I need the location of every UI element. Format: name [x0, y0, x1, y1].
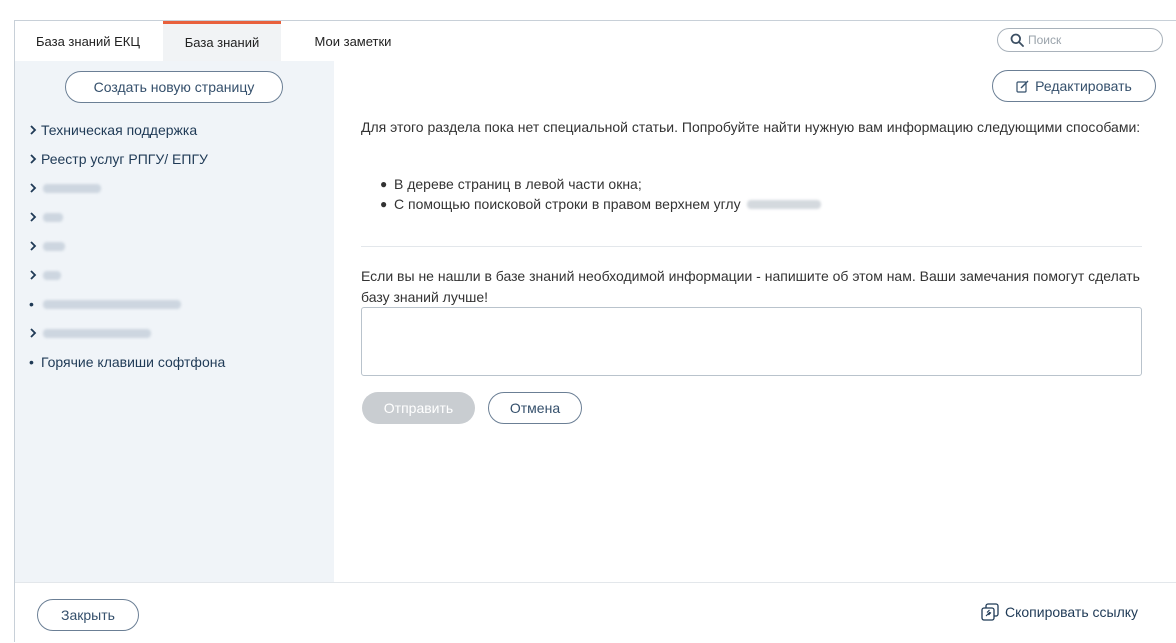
bullet-icon: ● [380, 197, 388, 211]
close-button[interactable]: Закрыть [37, 599, 139, 631]
chevron-right-icon[interactable] [29, 183, 41, 193]
redacted-label [43, 183, 101, 193]
feedback-prompt: Если вы не нашли в базе знаний необходим… [361, 268, 1140, 305]
list-item-text: С помощью поисковой строки в правом верх… [394, 196, 741, 212]
tree-item-technical-support[interactable]: Техническая поддержка [29, 119, 197, 141]
redacted-label [43, 270, 61, 280]
search-input[interactable] [1028, 33, 1158, 47]
tree-item-redacted[interactable] [29, 177, 101, 199]
search-box[interactable] [997, 28, 1163, 52]
knowledge-base-window: База знаний ЕКЦ База знаний Мои заметки … [14, 20, 1176, 643]
copy-link-label: Скопировать ссылку [1005, 604, 1139, 620]
tree-item-redacted-page[interactable]: • [29, 293, 181, 315]
list-item-text: В дереве страниц в левой части окна; [394, 176, 642, 192]
no-article-message: Для этого раздела пока нет специальной с… [361, 119, 1141, 135]
tree-item-label: Реестр услуг РПГУ/ ЕПГУ [41, 151, 208, 167]
create-page-button[interactable]: Создать новую страницу [65, 71, 283, 103]
tree-item-services-registry[interactable]: Реестр услуг РПГУ/ ЕПГУ [29, 148, 208, 170]
chevron-right-icon[interactable] [29, 241, 41, 251]
chevron-right-icon[interactable] [29, 328, 41, 338]
article-content: Редактировать Для этого раздела пока нет… [334, 61, 1176, 582]
redacted-label [43, 212, 63, 222]
chevron-right-icon[interactable] [29, 125, 41, 135]
send-button[interactable]: Отправить [362, 392, 475, 424]
tab-bar: База знаний ЕКЦ База знаний Мои заметки [15, 21, 1176, 61]
tree-item-label: Горячие клавиши софтфона [41, 354, 226, 370]
redacted-label [746, 199, 821, 209]
search-ways-list: ● В дереве страниц в левой части окна; ●… [380, 174, 821, 214]
edit-icon [1016, 80, 1035, 93]
redacted-label [43, 328, 151, 338]
tree-item-redacted[interactable] [29, 235, 65, 257]
bullet-icon: • [29, 354, 34, 370]
tab-ekc-knowledge-base[interactable]: База знаний ЕКЦ [23, 21, 153, 61]
chevron-right-icon[interactable] [29, 154, 41, 164]
chevron-right-icon[interactable] [29, 270, 41, 280]
redacted-label [43, 299, 181, 309]
page-tree-sidebar: Создать новую страницу Техническая подде… [15, 61, 334, 582]
chevron-right-icon[interactable] [29, 212, 41, 222]
copy-link-button[interactable]: Скопировать ссылку [981, 603, 1138, 621]
list-item: ● С помощью поисковой строки в правом ве… [380, 194, 821, 214]
cancel-button[interactable]: Отмена [488, 392, 582, 424]
copy-link-icon [981, 603, 1005, 621]
tree-item-label: Техническая поддержка [41, 122, 198, 138]
tab-my-notes[interactable]: Мои заметки [295, 21, 411, 61]
tree-item-softphone-hotkeys[interactable]: • Горячие клавиши софтфона [29, 351, 225, 373]
tab-knowledge-base[interactable]: База знаний [163, 21, 281, 61]
window-footer: Закрыть Скопировать ссылку [15, 582, 1176, 643]
bullet-icon: ● [380, 177, 388, 191]
divider [361, 246, 1142, 247]
edit-button[interactable]: Редактировать [992, 70, 1156, 102]
tree-item-redacted[interactable] [29, 206, 63, 228]
bullet-icon: • [29, 296, 34, 312]
tree-item-redacted[interactable] [29, 264, 61, 286]
search-icon [1010, 33, 1024, 47]
redacted-label [43, 241, 65, 251]
feedback-textarea[interactable] [361, 307, 1142, 376]
list-item: ● В дереве страниц в левой части окна; [380, 174, 821, 194]
edit-button-label: Редактировать [1035, 78, 1132, 94]
tree-item-redacted[interactable] [29, 322, 151, 344]
